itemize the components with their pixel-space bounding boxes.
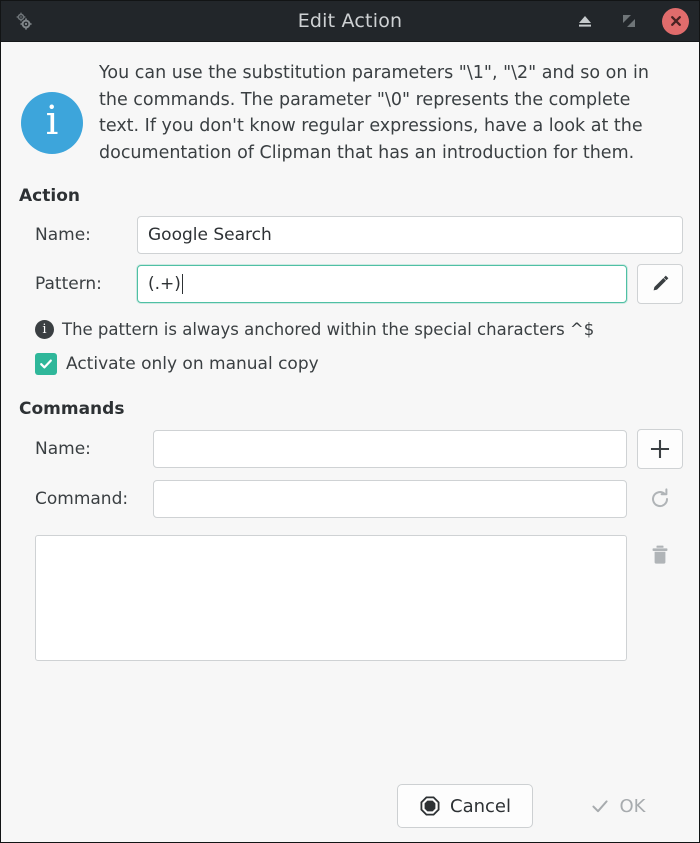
maximize-window-button[interactable] bbox=[618, 10, 640, 32]
pattern-hint-text: The pattern is always anchored within th… bbox=[62, 320, 595, 340]
info-text: You can use the substitution parameters … bbox=[99, 63, 649, 163]
cancel-button-label: Cancel bbox=[450, 795, 511, 817]
stop-octagon-icon bbox=[419, 795, 441, 817]
commands-section-title: Commands bbox=[19, 399, 125, 420]
plus-icon bbox=[647, 436, 673, 462]
action-pattern-value: (.+) bbox=[148, 274, 181, 295]
info-banner: i You can use the substitution parameter… bbox=[17, 54, 683, 166]
title-bar: Edit Action bbox=[1, 1, 699, 42]
manual-copy-checkbox[interactable] bbox=[35, 353, 57, 376]
close-icon bbox=[668, 13, 684, 29]
dialog-body: i You can use the substitution parameter… bbox=[1, 42, 699, 774]
manual-copy-checkbox-label: Activate only on manual copy bbox=[66, 354, 319, 375]
command-command-input[interactable] bbox=[153, 480, 627, 519]
edit-pattern-button[interactable] bbox=[637, 264, 683, 305]
pencil-icon bbox=[648, 272, 672, 296]
command-command-label: Command: bbox=[35, 489, 129, 510]
action-pattern-label: Pattern: bbox=[35, 274, 102, 295]
manual-copy-checkbox-row[interactable]: Activate only on manual copy bbox=[35, 353, 683, 376]
action-section-title: Action bbox=[19, 186, 80, 207]
delete-command-button[interactable] bbox=[637, 535, 683, 575]
refresh-icon bbox=[647, 486, 673, 512]
ok-button-label: OK bbox=[619, 795, 646, 817]
cogs-icon bbox=[13, 10, 35, 32]
text-caret bbox=[181, 274, 183, 295]
action-pattern-row: Pattern: (.+) bbox=[17, 264, 683, 305]
action-name-input[interactable]: Google Search bbox=[137, 216, 683, 255]
action-name-row: Name: Google Search bbox=[17, 216, 683, 255]
dialog-footer: Cancel OK bbox=[1, 774, 699, 842]
action-name-label: Name: bbox=[35, 225, 91, 246]
info-small-icon: i bbox=[35, 320, 54, 340]
commands-list-row bbox=[17, 535, 683, 662]
pattern-hint-row: i The pattern is always anchored within … bbox=[35, 320, 683, 340]
eject-icon bbox=[575, 11, 595, 31]
info-circle-icon: i bbox=[21, 92, 83, 154]
commands-list[interactable] bbox=[35, 535, 627, 662]
command-name-label: Name: bbox=[35, 439, 91, 460]
command-name-input[interactable] bbox=[153, 430, 627, 469]
cancel-button[interactable]: Cancel bbox=[397, 784, 533, 828]
info-glyph: i bbox=[45, 98, 59, 144]
edit-action-dialog: Edit Action i You can use the substituti… bbox=[0, 0, 700, 843]
title-bar-left bbox=[13, 10, 93, 32]
add-command-button[interactable] bbox=[637, 429, 683, 470]
window-controls bbox=[574, 7, 689, 35]
command-name-row: Name: bbox=[17, 429, 683, 470]
check-icon bbox=[40, 359, 52, 369]
ok-button[interactable]: OK bbox=[549, 784, 685, 828]
close-window-button[interactable] bbox=[662, 7, 689, 35]
maximize-icon bbox=[620, 12, 638, 30]
check-icon bbox=[589, 795, 611, 817]
trash-icon bbox=[647, 542, 673, 568]
command-command-row: Command: bbox=[17, 479, 683, 519]
action-pattern-input[interactable]: (.+) bbox=[137, 265, 627, 304]
refresh-command-button[interactable] bbox=[637, 479, 683, 519]
shade-window-button[interactable] bbox=[574, 10, 596, 32]
